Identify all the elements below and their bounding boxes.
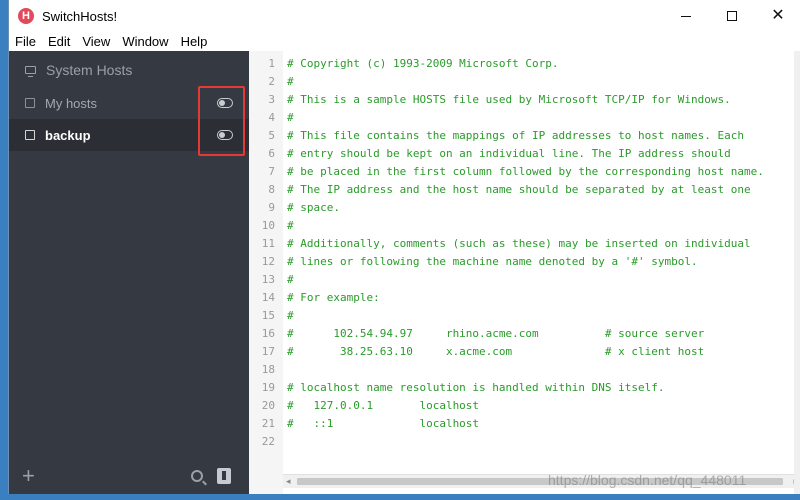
line-number: 12: [261, 255, 275, 268]
code-line[interactable]: #: [287, 73, 294, 91]
sidebar-item-label: My hosts: [45, 95, 98, 111]
code-line[interactable]: # This file contains the mappings of IP …: [287, 127, 744, 145]
line-number: 19: [261, 381, 275, 394]
line-number: 22: [261, 435, 275, 448]
code-line[interactable]: # space.: [287, 199, 340, 217]
code-line[interactable]: #: [287, 307, 294, 325]
line-number: 14: [261, 291, 275, 304]
maximize-icon: [727, 11, 737, 21]
minimize-button[interactable]: [663, 0, 709, 32]
menu-view[interactable]: View: [76, 34, 116, 49]
line-number: 3: [268, 93, 275, 106]
line-number: 8: [268, 183, 275, 196]
menu-bar: File Edit View Window Help: [9, 32, 800, 51]
line-number: 15: [261, 309, 275, 322]
code-line[interactable]: # ::1 localhost: [287, 415, 479, 433]
line-number: 9: [268, 201, 275, 214]
code-line[interactable]: # 102.54.94.97 rhino.acme.com # source s…: [287, 325, 704, 343]
code-line[interactable]: # localhost name resolution is handled w…: [287, 379, 665, 397]
line-number: 5: [268, 129, 275, 142]
window-title: SwitchHosts!: [42, 8, 118, 24]
line-number: 13: [261, 273, 275, 286]
close-button[interactable]: ✕: [755, 0, 800, 32]
line-number-gutter: 1 2 3 4 5 6 7 8 9 10 11 12 13 14 15 16 17 18 19 20 21 22: [249, 51, 283, 494]
toggle-highlight-annotation: [198, 86, 245, 156]
sidebar-item-label: backup: [45, 127, 91, 143]
line-number: 1: [268, 57, 275, 70]
sidebar-item-system-hosts[interactable]: System Hosts: [9, 54, 249, 86]
code-line[interactable]: # lines or following the machine name de…: [287, 253, 698, 271]
app-window: H SwitchHosts! ✕ File Edit View Window H…: [8, 0, 800, 494]
line-number: 10: [261, 219, 275, 232]
close-icon: ✕: [771, 7, 785, 24]
line-number: 17: [261, 345, 275, 358]
line-number: 18: [261, 363, 275, 376]
line-number: 2: [268, 75, 275, 88]
menu-window[interactable]: Window: [116, 34, 174, 49]
document-icon: [25, 98, 35, 108]
code-line[interactable]: #: [287, 109, 294, 127]
code-line[interactable]: # be placed in the first column followed…: [287, 163, 764, 181]
code-line[interactable]: # Additionally, comments (such as these)…: [287, 235, 751, 253]
sidebar-item-label: System Hosts: [46, 62, 133, 78]
code-line[interactable]: # 127.0.0.1 localhost: [287, 397, 479, 415]
vertical-scrollbar[interactable]: [794, 51, 800, 494]
panel-toggle-icon[interactable]: [217, 468, 231, 484]
app-logo-icon: H: [18, 8, 34, 24]
line-number: 11: [261, 237, 275, 250]
hosts-editor[interactable]: # Copyright (c) 1993-2009 Microsoft Corp…: [283, 51, 800, 494]
line-number: 16: [261, 327, 275, 340]
menu-edit[interactable]: Edit: [42, 34, 76, 49]
scroll-left-icon[interactable]: ◂: [286, 476, 291, 487]
add-icon[interactable]: +: [22, 465, 35, 487]
minimize-icon: [681, 15, 691, 17]
code-line[interactable]: #: [287, 271, 294, 289]
line-number: 7: [268, 165, 275, 178]
code-line[interactable]: # entry should be kept on an individual …: [287, 145, 731, 163]
search-icon[interactable]: [191, 470, 203, 482]
code-line[interactable]: # For example:: [287, 289, 380, 307]
menu-help[interactable]: Help: [175, 34, 214, 49]
menu-file[interactable]: File: [9, 34, 42, 49]
watermark: https://blog.csdn.net/qq_448011: [548, 472, 747, 488]
code-line[interactable]: #: [287, 217, 294, 235]
code-line[interactable]: # This is a sample HOSTS file used by Mi…: [287, 91, 731, 109]
line-number: 20: [261, 399, 275, 412]
document-icon: [25, 130, 35, 140]
code-line[interactable]: # 38.25.63.10 x.acme.com # x client host: [287, 343, 704, 361]
sidebar: System Hosts My hosts backup +: [9, 51, 249, 494]
monitor-icon: [25, 66, 36, 77]
code-line[interactable]: # The IP address and the host name shoul…: [287, 181, 751, 199]
maximize-button[interactable]: [709, 0, 755, 32]
line-number: 4: [268, 111, 275, 124]
line-number: 21: [261, 417, 275, 430]
code-line[interactable]: # Copyright (c) 1993-2009 Microsoft Corp…: [287, 55, 559, 73]
title-bar[interactable]: H SwitchHosts! ✕: [9, 0, 800, 32]
line-number: 6: [268, 147, 275, 160]
